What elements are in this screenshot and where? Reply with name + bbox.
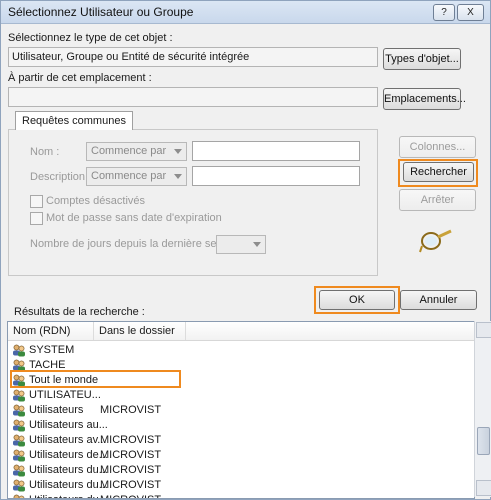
- object-type-value: Utilisateur, Groupe ou Entité de sécurit…: [12, 51, 250, 63]
- row-folder: MICROVIST: [100, 434, 162, 446]
- locations-button[interactable]: Emplacements...: [383, 88, 466, 110]
- table-row[interactable]: Utilisateurs MICROVIST: [8, 403, 448, 418]
- results-list[interactable]: Nom (RDN) Dans le dossier SYSTEM TACHE Tou…: [7, 321, 475, 499]
- object-type-label: Sélectionnez le type de cet objet :: [8, 32, 173, 44]
- user-group-icon: [13, 464, 25, 477]
- results-header: Nom (RDN) Dans le dossier: [8, 322, 474, 341]
- row-name: Utilisateurs du...: [29, 494, 108, 498]
- user-group-icon: [13, 494, 25, 498]
- location-field: [8, 87, 378, 107]
- row-name: UTILISATEU...: [29, 389, 101, 401]
- close-icon: X: [467, 7, 474, 18]
- table-row[interactable]: Utilisateurs du...MICROVIST: [8, 493, 448, 498]
- chevron-down-icon: [174, 174, 182, 179]
- row-name: Utilisateurs av...: [29, 434, 107, 446]
- ok-button[interactable]: OK: [319, 290, 395, 310]
- user-group-icon: [13, 479, 25, 492]
- title-bar: Sélectionnez Utilisateur ou Groupe ? X: [1, 1, 490, 24]
- row-folder: MICROVIST: [100, 479, 162, 491]
- close-button[interactable]: X: [457, 4, 484, 21]
- table-row[interactable]: Utilisateurs du...MICROVIST: [8, 463, 448, 478]
- selected-row-highlight: [10, 370, 181, 388]
- disabled-accounts-checkbox[interactable]: [30, 195, 43, 208]
- chevron-down-icon: [174, 149, 182, 154]
- user-group-icon: [13, 344, 25, 357]
- description-mode-select[interactable]: Commence par: [86, 167, 187, 186]
- scroll-thumb[interactable]: [477, 427, 490, 455]
- location-label: À partir de cet emplacement :: [8, 72, 152, 84]
- table-row[interactable]: Utilisateurs av... MICROVIST: [8, 433, 448, 448]
- name-label: Nom :: [30, 146, 60, 158]
- name-mode-select[interactable]: Commence par: [86, 142, 187, 161]
- user-group-icon: [13, 434, 25, 447]
- object-types-button[interactable]: Types d'objet...: [383, 48, 461, 70]
- user-group-icon: [13, 389, 25, 402]
- disabled-accounts-label: Comptes désactivés: [46, 195, 146, 207]
- days-since-logon-select[interactable]: [216, 235, 266, 254]
- select-users-dialog: Sélectionnez Utilisateur ou Groupe ? X S…: [0, 0, 491, 500]
- row-name: Utilisateurs du...: [29, 464, 108, 476]
- row-folder: MICROVIST: [100, 464, 162, 476]
- description-mode-value: Commence par: [91, 170, 167, 182]
- non-expiring-password-checkbox[interactable]: [30, 212, 43, 225]
- user-group-icon: [13, 449, 25, 462]
- scroll-down-button[interactable]: [476, 480, 491, 496]
- column-header-folder[interactable]: Dans le dossier: [94, 322, 186, 340]
- description-input[interactable]: [192, 166, 360, 186]
- name-mode-value: Commence par: [91, 145, 167, 157]
- columns-button[interactable]: Colonnes...: [399, 136, 476, 158]
- description-label: Description :: [30, 171, 92, 183]
- row-name: SYSTEM: [29, 344, 75, 356]
- column-header-name[interactable]: Nom (RDN): [8, 322, 94, 340]
- tab-common-queries[interactable]: Requêtes communes: [15, 111, 133, 130]
- table-row[interactable]: Utilisateurs du...MICROVIST: [8, 478, 448, 493]
- scroll-up-button[interactable]: [476, 322, 491, 338]
- results-scrollbar[interactable]: [474, 321, 491, 497]
- non-expiring-password-label: Mot de passe sans date d'expiration: [46, 212, 222, 224]
- help-button[interactable]: ?: [433, 4, 455, 21]
- dialog-title: Sélectionnez Utilisateur ou Groupe: [8, 5, 194, 19]
- chevron-down-icon: [253, 242, 261, 247]
- table-row[interactable]: UTILISATEU...: [8, 388, 448, 403]
- row-name: Utilisateurs au...: [29, 419, 108, 431]
- row-name: Utilisateurs: [29, 404, 84, 416]
- user-group-icon: [13, 404, 25, 417]
- object-type-field: Utilisateur, Groupe ou Entité de sécurit…: [8, 47, 378, 67]
- row-name: Utilisateurs de...: [29, 449, 108, 461]
- results-label: Résultats de la recherche :: [14, 306, 145, 318]
- table-row[interactable]: Utilisateurs de... MICROVIST: [8, 448, 448, 463]
- user-group-icon: [13, 419, 25, 432]
- stop-button[interactable]: Arrêter: [399, 189, 476, 211]
- table-row[interactable]: Utilisateurs au...: [8, 418, 448, 433]
- row-folder: MICROVIST: [100, 404, 162, 416]
- row-folder: MICROVIST: [100, 494, 161, 498]
- name-input[interactable]: [192, 141, 360, 161]
- row-name: Utilisateurs du...: [29, 479, 108, 491]
- cancel-button[interactable]: Annuler: [400, 290, 477, 310]
- search-icon: [419, 229, 452, 253]
- search-button[interactable]: Rechercher: [403, 162, 474, 182]
- row-folder: MICROVIST: [100, 449, 162, 461]
- table-row[interactable]: SYSTEM: [8, 343, 448, 358]
